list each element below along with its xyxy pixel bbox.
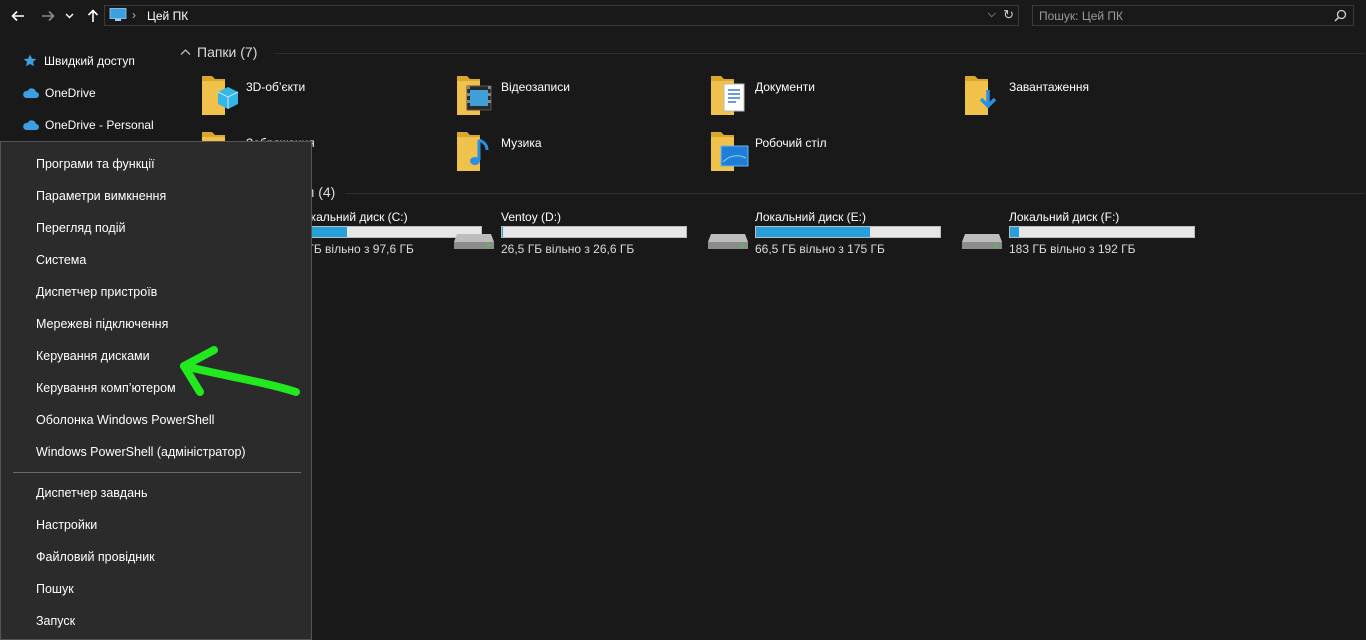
music-folder-icon (457, 132, 489, 171)
breadcrumb-separator-icon: › (132, 8, 136, 22)
drive-name: Локальний диск (E:) (755, 210, 866, 224)
hard-drive-icon (454, 234, 494, 249)
cloud-icon (23, 88, 39, 98)
menu-item-apps-features[interactable]: Програми та функції (36, 154, 155, 174)
folder-3d-objects[interactable]: 3D-об’єкти (200, 72, 440, 118)
menu-item-network-connections[interactable]: Мережеві підключення (36, 314, 168, 334)
back-arrow-icon[interactable] (8, 6, 28, 26)
drive-name: Ventoy (D:) (501, 210, 562, 224)
3d-objects-folder-icon (202, 76, 239, 115)
drive-f[interactable]: Локальний диск (F:) 183 ГБ вільно з 192 … (961, 210, 1211, 260)
drive-usage-bar (755, 226, 941, 238)
cloud-icon (23, 120, 39, 130)
downloads-folder-icon (965, 76, 997, 115)
hard-drive-icon (962, 234, 1002, 249)
refresh-icon[interactable]: ↻ (1003, 7, 1014, 23)
hard-drive-icon (708, 234, 748, 249)
menu-separator (13, 472, 301, 473)
folder-label: Завантаження (1009, 80, 1089, 94)
menu-item-power-options[interactable]: Параметри вимкнення (36, 186, 166, 206)
drive-usage-fill (1010, 227, 1019, 237)
drive-usage-fill (502, 227, 503, 237)
menu-item-event-viewer[interactable]: Перегляд подій (36, 218, 125, 238)
menu-item-file-explorer[interactable]: Файловий провідник (36, 547, 155, 567)
drive-e[interactable]: Локальний диск (E:) 66,5 ГБ вільно з 175… (707, 210, 957, 260)
desktop-folder-icon (711, 132, 749, 171)
drive-free-space: 183 ГБ вільно з 192 ГБ (1009, 242, 1136, 256)
menu-item-powershell-admin[interactable]: Windows PowerShell (адміністратор) (36, 442, 246, 462)
folder-videos[interactable]: Відеозаписи (455, 72, 695, 118)
folder-label: Документи (755, 80, 815, 94)
videos-folder-icon (457, 76, 492, 115)
group-divider (345, 193, 1364, 194)
star-icon (23, 54, 37, 67)
folder-downloads[interactable]: Завантаження (963, 72, 1203, 118)
menu-item-disk-management[interactable]: Керування дисками (36, 346, 150, 366)
drive-free-space: Х ГБ вільно з 97,6 ГБ (296, 242, 414, 256)
folder-label: Робочий стіл (755, 136, 827, 150)
group-divider (274, 53, 1364, 54)
collapse-chevron-icon[interactable] (180, 48, 191, 56)
sidebar-item-onedrive[interactable]: OneDrive (22, 83, 96, 103)
address-bar[interactable]: › Цей ПК ⌵ ↻ (104, 5, 1019, 26)
folders-group-header[interactable]: Папки (7) (180, 44, 257, 60)
drive-name: Локальний диск (C:) (296, 210, 408, 224)
sidebar-item-label: Швидкий доступ (44, 54, 135, 68)
search-icon[interactable] (1334, 9, 1347, 22)
folder-music[interactable]: Музика (455, 128, 695, 174)
recent-locations-chevron-icon[interactable] (62, 6, 76, 26)
menu-item-computer-management[interactable]: Керування комп’ютером (36, 378, 176, 398)
sidebar-item-label: OneDrive - Personal (45, 118, 154, 132)
drive-free-space: 26,5 ГБ вільно з 26,6 ГБ (501, 242, 635, 256)
address-dropdown-icon[interactable]: ⌵ (988, 8, 996, 21)
folder-desktop[interactable]: Робочий стіл (709, 128, 949, 174)
menu-item-device-manager[interactable]: Диспетчер пристроїв (36, 282, 157, 302)
drive-name: Локальний диск (F:) (1009, 210, 1120, 224)
menu-item-search[interactable]: Пошук (36, 579, 74, 599)
menu-item-settings[interactable]: Настройки (36, 515, 97, 535)
folder-label: Відеозаписи (501, 80, 570, 94)
menu-item-task-manager[interactable]: Диспетчер завдань (36, 483, 147, 503)
search-input[interactable] (1039, 8, 1319, 23)
drive-usage-bar (501, 226, 687, 238)
sidebar-item-onedrive-personal[interactable]: OneDrive - Personal (22, 115, 154, 135)
up-arrow-icon[interactable] (83, 6, 103, 26)
drive-free-space: 66,5 ГБ вільно з 175 ГБ (755, 242, 885, 256)
menu-item-powershell[interactable]: Оболонка Windows PowerShell (36, 410, 214, 430)
annotation-arrow-icon (180, 346, 300, 396)
this-pc-icon (109, 8, 127, 21)
documents-folder-icon (711, 76, 745, 115)
search-box[interactable] (1032, 5, 1354, 26)
drive-d[interactable]: Ventoy (D:) 26,5 ГБ вільно з 26,6 ГБ (453, 210, 703, 260)
drive-usage-fill (756, 227, 870, 237)
menu-item-system[interactable]: Система (36, 250, 86, 270)
folder-label: 3D-об’єкти (246, 80, 306, 94)
navigation-bar: › Цей ПК ⌵ ↻ (0, 0, 1366, 32)
group-title: Папки (7) (197, 44, 258, 60)
folder-label: Музика (501, 136, 542, 150)
breadcrumb-this-pc[interactable]: Цей ПК (147, 9, 188, 23)
menu-item-run[interactable]: Запуск (36, 611, 75, 631)
sidebar-item-label: OneDrive (45, 86, 96, 100)
drive-usage-bar (1009, 226, 1195, 238)
forward-arrow-icon[interactable] (38, 6, 58, 26)
folder-documents[interactable]: Документи (709, 72, 949, 118)
sidebar-item-quick-access[interactable]: Швидкий доступ (22, 51, 135, 71)
